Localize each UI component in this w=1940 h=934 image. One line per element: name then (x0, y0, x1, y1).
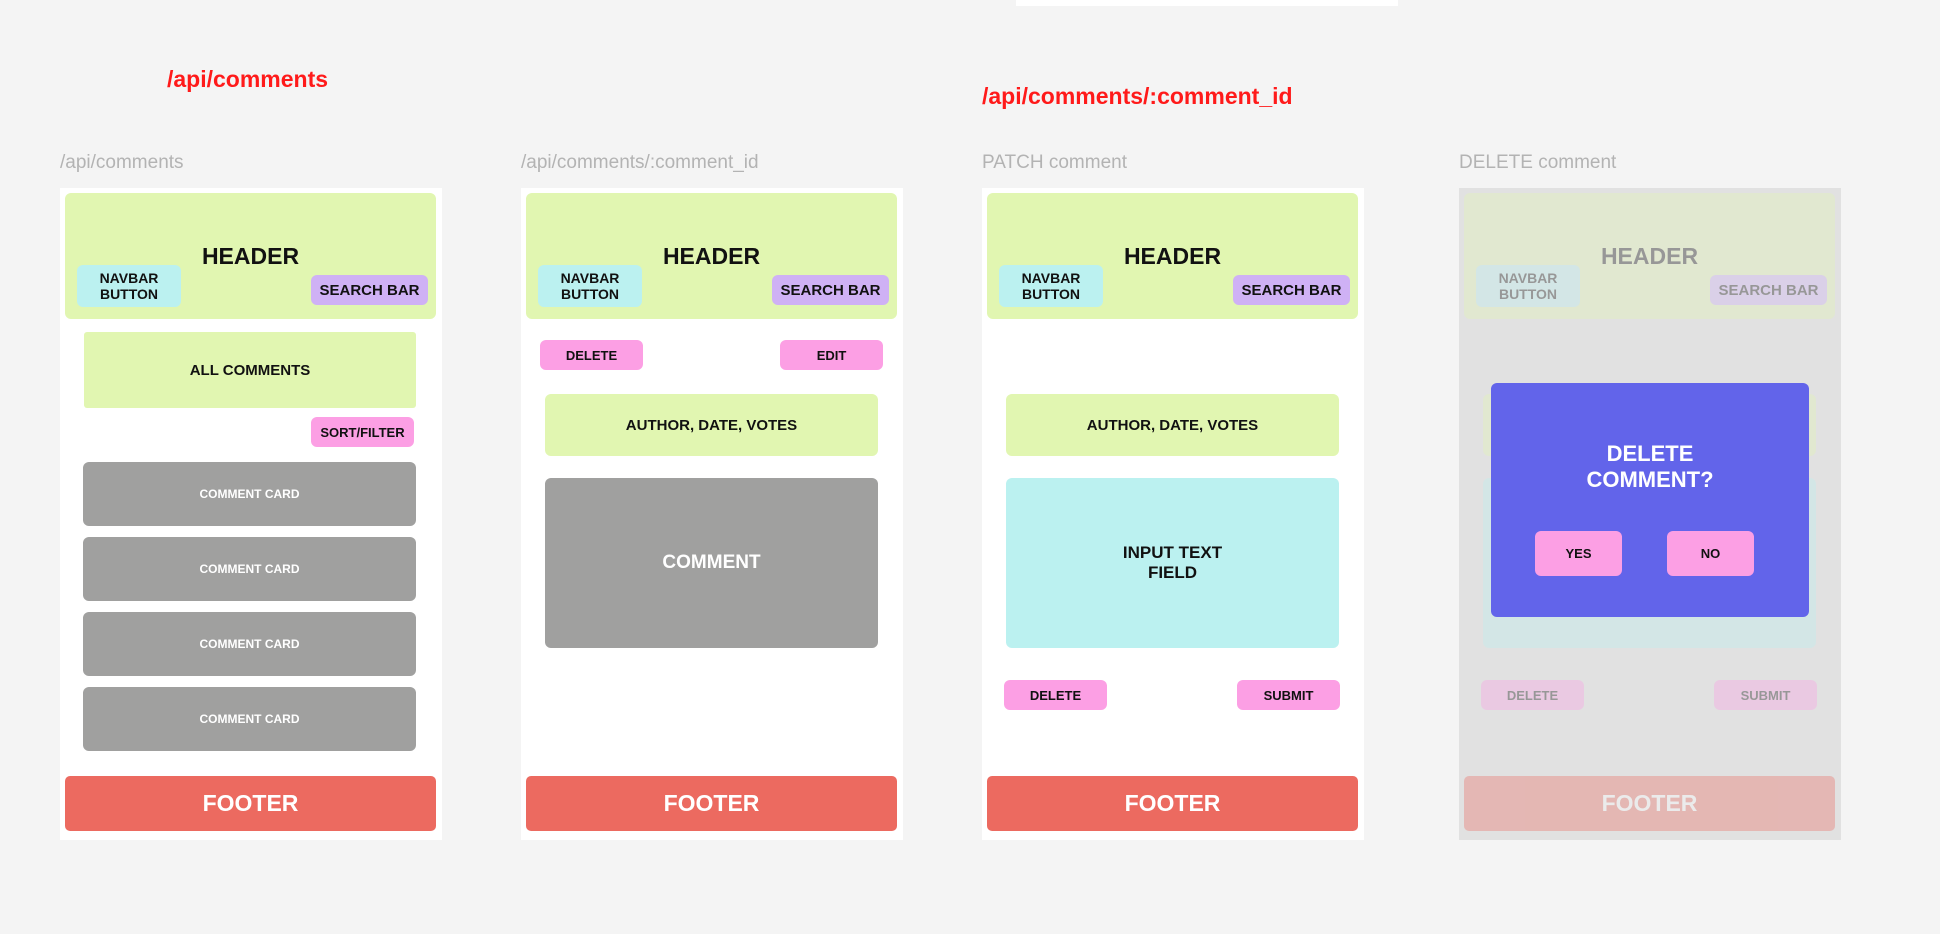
frame-list: HEADER NAVBAR BUTTON SEARCH BAR ALL COMM… (60, 188, 442, 840)
delete-button: DELETE (1481, 680, 1584, 710)
search-bar[interactable]: SEARCH BAR (1233, 275, 1350, 305)
frame-detail: HEADER NAVBAR BUTTON SEARCH BAR DELETE E… (521, 188, 903, 840)
comment-meta: AUTHOR, DATE, VOTES (1006, 394, 1339, 456)
comment-body: COMMENT (545, 478, 878, 648)
all-comments-heading: ALL COMMENTS (84, 332, 416, 408)
search-bar[interactable]: SEARCH BAR (311, 275, 428, 305)
header: HEADER NAVBAR BUTTON SEARCH BAR (526, 193, 897, 319)
search-bar: SEARCH BAR (1710, 275, 1827, 305)
edit-button[interactable]: EDIT (780, 340, 883, 370)
comment-card[interactable]: COMMENT CARD (83, 612, 416, 676)
section-title-comment-id: /api/comments/:comment_id (982, 83, 1293, 109)
footer: FOOTER (65, 776, 436, 831)
comment-card[interactable]: COMMENT CARD (83, 462, 416, 526)
delete-button[interactable]: DELETE (540, 340, 643, 370)
frame-label-detail: /api/comments/:comment_id (521, 152, 759, 173)
comment-card[interactable]: COMMENT CARD (83, 687, 416, 751)
frame-patch: HEADER NAVBAR BUTTON SEARCH BAR AUTHOR, … (982, 188, 1364, 840)
navbar-button: NAVBAR BUTTON (1476, 265, 1580, 307)
delete-confirm-modal: DELETE COMMENT? YES NO (1491, 383, 1809, 617)
frame-label-patch: PATCH comment (982, 152, 1127, 173)
footer: FOOTER (1464, 776, 1835, 831)
no-button[interactable]: NO (1667, 531, 1754, 576)
delete-button[interactable]: DELETE (1004, 680, 1107, 710)
submit-button[interactable]: SUBMIT (1237, 680, 1340, 710)
footer: FOOTER (526, 776, 897, 831)
navbar-button[interactable]: NAVBAR BUTTON (999, 265, 1103, 307)
search-bar[interactable]: SEARCH BAR (772, 275, 889, 305)
comment-meta: AUTHOR, DATE, VOTES (545, 394, 878, 456)
yes-button[interactable]: YES (1535, 531, 1622, 576)
header: HEADER NAVBAR BUTTON SEARCH BAR (65, 193, 436, 319)
sort-filter-button[interactable]: SORT/FILTER (311, 417, 414, 447)
frame-label-delete: DELETE comment (1459, 152, 1617, 173)
frame-delete: HEADER NAVBAR BUTTON SEARCH BAR DELETE S… (1459, 188, 1841, 840)
section-title-comments: /api/comments (167, 66, 329, 92)
submit-button: SUBMIT (1714, 680, 1817, 710)
navbar-button[interactable]: NAVBAR BUTTON (77, 265, 181, 307)
header: HEADER NAVBAR BUTTON SEARCH BAR (1464, 193, 1835, 319)
navbar-button[interactable]: NAVBAR BUTTON (538, 265, 642, 307)
frame-label-list: /api/comments (60, 152, 184, 173)
footer: FOOTER (987, 776, 1358, 831)
header: HEADER NAVBAR BUTTON SEARCH BAR (987, 193, 1358, 319)
comment-card[interactable]: COMMENT CARD (83, 537, 416, 601)
modal-title: DELETE COMMENT? (1586, 441, 1714, 492)
input-text-field[interactable]: INPUT TEXT FIELD (1006, 478, 1339, 648)
top-strip (1016, 0, 1398, 6)
